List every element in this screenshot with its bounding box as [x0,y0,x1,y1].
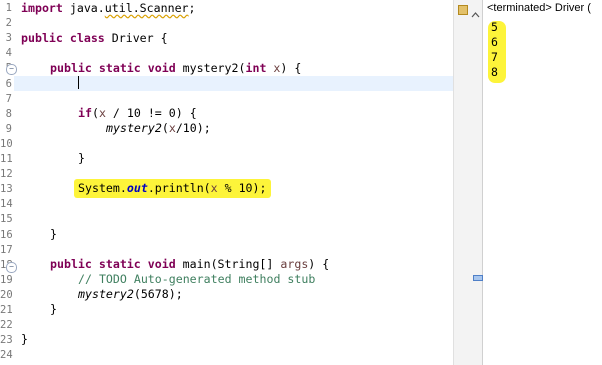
console-status: <terminated> Driver ( [487,2,591,14]
code-line-8[interactable]: if(x / 10 != 0) { [78,106,197,121]
code-line-21[interactable]: } [50,302,57,317]
code-line-5[interactable]: public static void mystery2(int x) { [50,61,301,76]
line-number: 2 [5,17,12,30]
line-number: 1 [5,2,12,14]
line-number: 13 [0,183,13,196]
line-number: 21 [0,304,13,316]
line-number: 20 [0,288,13,301]
line-number: 19 [0,273,13,286]
console-view[interactable]: <terminated> Driver ( 5 6 7 8 [483,0,602,365]
line-number: 6 [5,77,12,90]
line-number: 4 [5,47,12,60]
line-number: 22 [0,319,13,332]
line-number: 11 [0,153,13,165]
code-line-19[interactable]: // TODO Auto-generated method stub [78,272,315,287]
code-line-20[interactable]: mystery2(5678); [78,287,183,302]
line-number: 14 [0,198,13,211]
line-number: 24 [0,349,13,362]
code-line-13[interactable]: System.out.println(x % 10); [74,179,271,198]
text-caret [78,76,79,89]
code-line-16[interactable]: } [50,227,57,242]
code-line-23[interactable]: } [21,332,28,347]
line-number: 17 [0,243,13,256]
console-output-line: 5 [491,20,498,34]
code-line-11[interactable]: } [78,151,85,166]
console-output-line: 7 [491,50,498,64]
line-number-gutter: 123456789101112131415161718192021222324 [0,0,13,365]
line-number: 3 [5,32,12,45]
warning-marker-icon[interactable] [458,5,468,15]
code-line-9[interactable]: mystery2(x/10); [106,121,211,136]
occurrence-marker[interactable] [473,275,483,281]
current-line-highlight [14,76,453,92]
code-line-3[interactable]: public class Driver { [21,31,168,46]
code-line-6[interactable] [78,76,79,91]
code-line-18[interactable]: public static void main(String[] args) { [50,257,329,272]
warning-squiggle: util.Scanner [104,1,189,15]
fold-collapse-icon[interactable]: − [6,64,17,75]
scroll-up-icon[interactable] [471,4,480,18]
line-number: 12 [0,168,13,181]
code-editor[interactable]: 123456789101112131415161718192021222324 … [0,0,453,365]
yellow-highlight: System.out.println(x % 10); [74,179,271,198]
console-output-line: 6 [491,35,498,49]
fold-collapse-icon[interactable]: − [6,262,17,273]
code-line-1[interactable]: import java.util.Scanner; [21,1,196,16]
line-number: 7 [5,92,12,105]
line-number: 10 [0,137,13,150]
overview-ruler[interactable] [453,0,483,365]
line-number: 15 [0,213,13,226]
line-number: 23 [0,334,13,347]
line-number: 16 [0,228,13,241]
line-number: 9 [5,122,12,135]
line-number: 8 [5,107,12,120]
console-output-line: 8 [491,65,498,79]
